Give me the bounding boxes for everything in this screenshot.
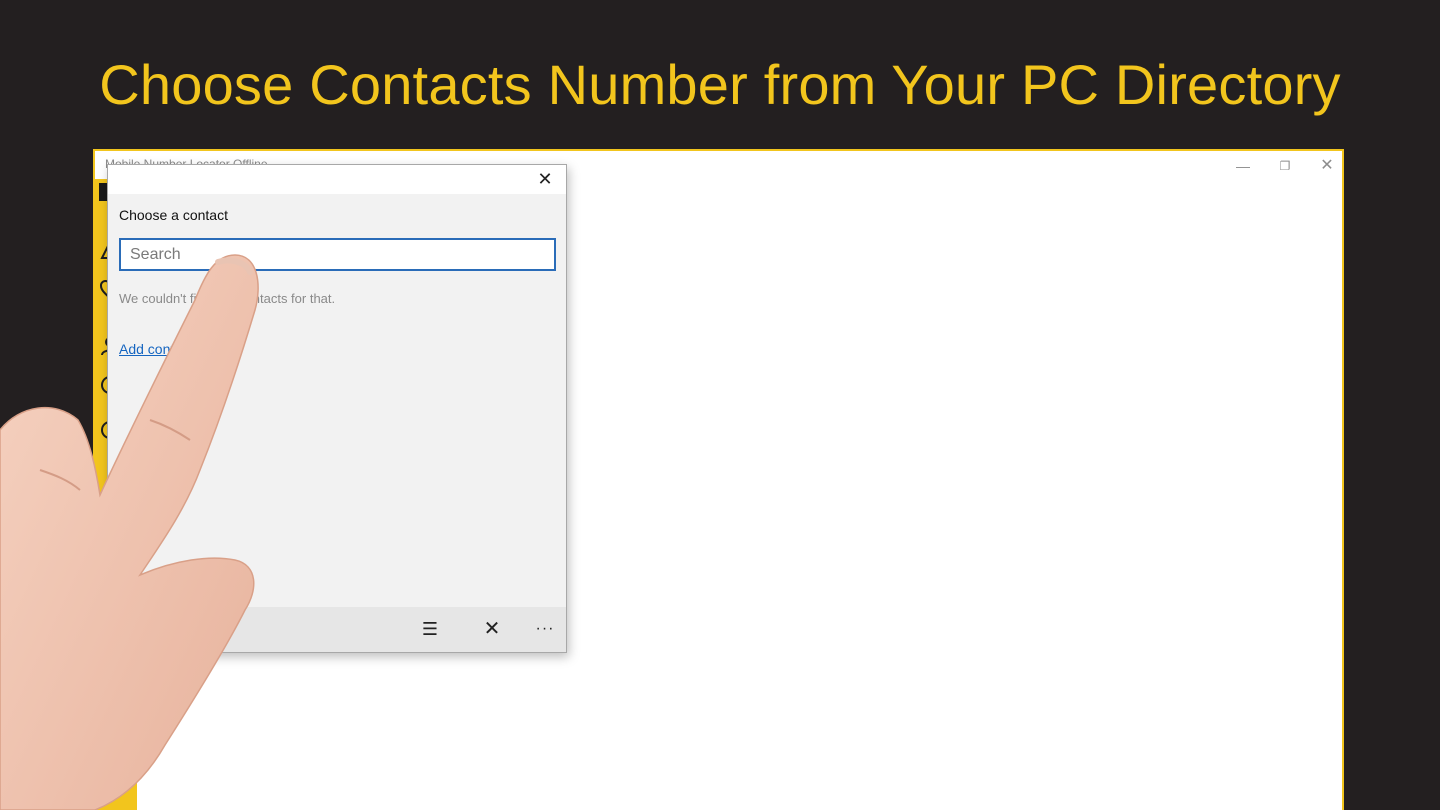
- ellipsis-icon: ···: [535, 620, 555, 637]
- window-close-button[interactable]: ✕: [1307, 155, 1342, 177]
- no-results-message: We couldn't find any contacts for that.: [119, 291, 336, 306]
- share-icon[interactable]: [99, 761, 121, 783]
- command-bar: ☰ ✕ ···: [108, 607, 566, 652]
- cancel-button[interactable]: ✕: [476, 615, 508, 643]
- choose-contact-dialog: ✕ Choose a contact We couldn't find any …: [107, 164, 567, 653]
- contact-search-input[interactable]: [119, 238, 556, 271]
- select-items-button[interactable]: ☰: [414, 615, 446, 643]
- dialog-title-bar: ✕: [108, 165, 566, 194]
- restore-button[interactable]: ❐: [1265, 155, 1305, 177]
- more-options-button[interactable]: ···: [529, 615, 561, 643]
- add-contact-link[interactable]: Add contact: [119, 341, 193, 357]
- minimize-button[interactable]: —: [1223, 155, 1263, 177]
- page-headline: Choose Contacts Number from Your PC Dire…: [99, 53, 1341, 116]
- dialog-title: Choose a contact: [119, 207, 228, 223]
- close-icon: ✕: [483, 618, 501, 640]
- dialog-close-button[interactable]: ✕: [534, 168, 556, 190]
- checklist-icon: ☰: [421, 619, 439, 639]
